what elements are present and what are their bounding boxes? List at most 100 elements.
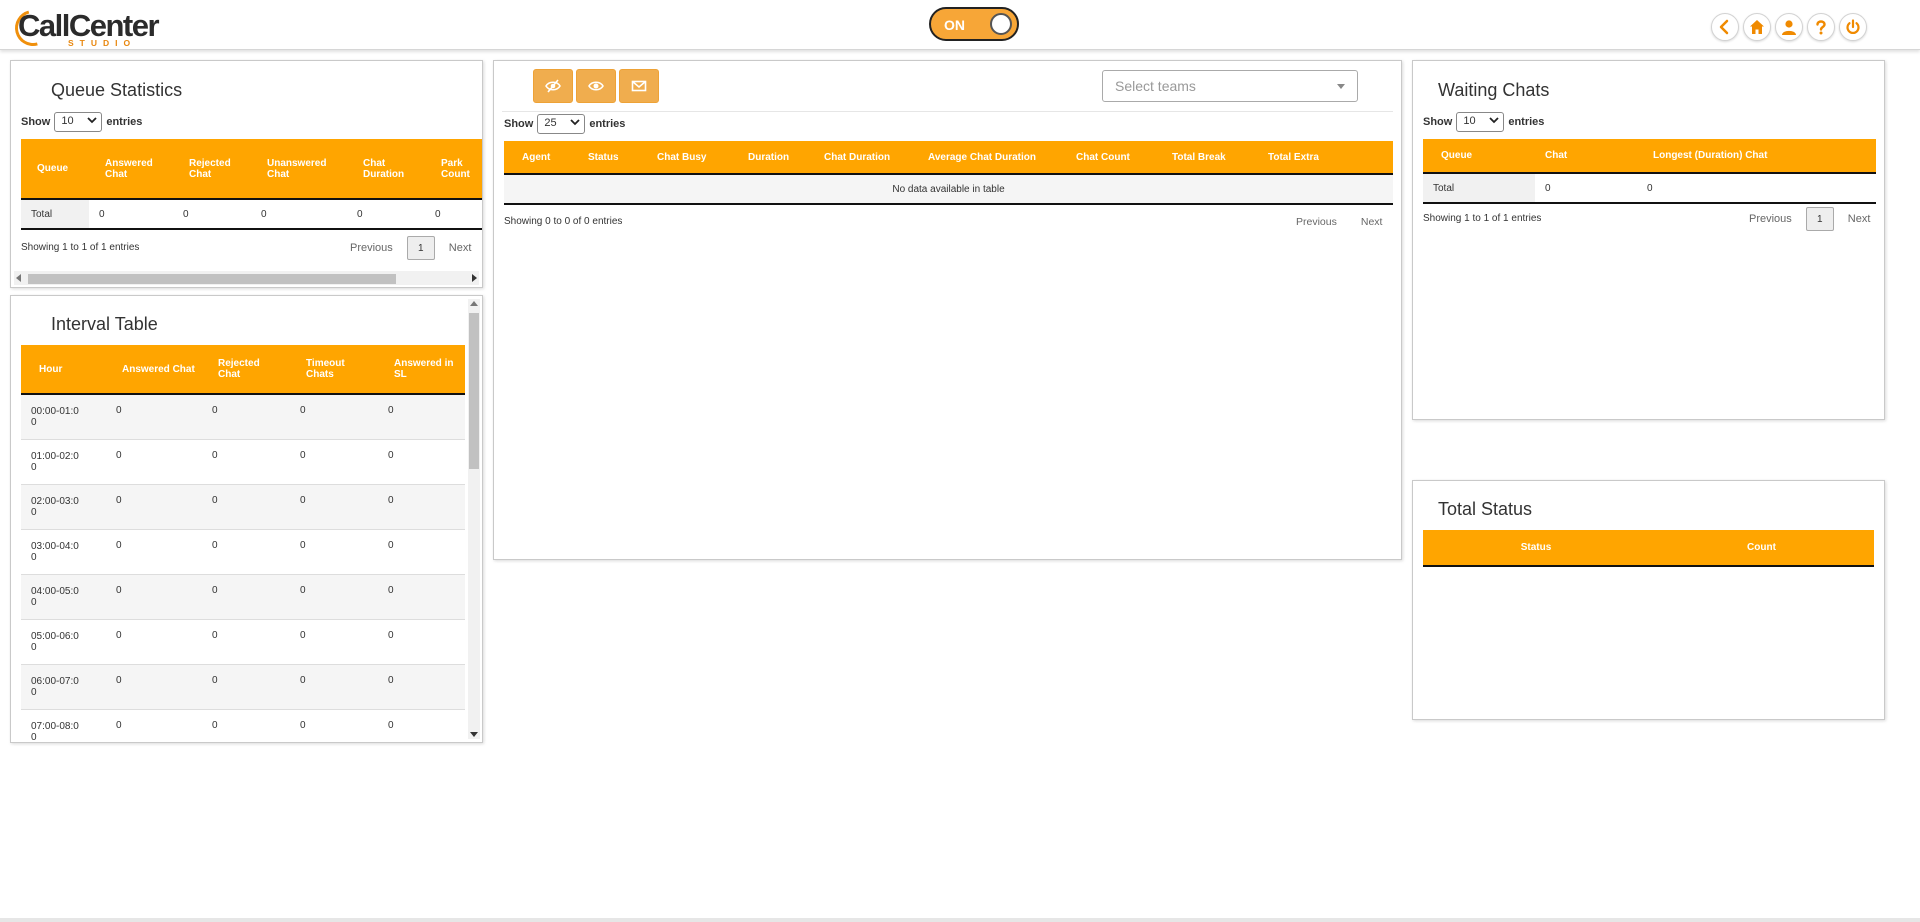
column-header[interactable]: Count [1649,530,1874,567]
entries-select-value: 10 [61,115,74,127]
chevron-down-icon [1489,117,1499,124]
table-row: Total 0 0 0 0 0 [21,199,482,229]
column-header[interactable]: Park Count [425,139,482,200]
table-header-row: Agent Status Chat Busy Duration Chat Dur… [504,141,1393,175]
column-header[interactable]: Chat [1535,139,1637,174]
column-header[interactable]: Hour [21,345,106,395]
previous-button[interactable]: Previous [1296,216,1337,228]
table-cell: 0 [290,394,378,439]
table-cell: 0 [378,394,465,439]
scroll-down-icon[interactable] [470,732,478,737]
panel-title: Waiting Chats [1438,80,1550,100]
column-header[interactable]: Answered Chat [106,345,202,395]
scroll-right-icon[interactable] [472,274,477,282]
entries-select[interactable]: 10 [54,112,103,132]
next-button[interactable]: Next [1361,216,1383,228]
table-cell: 01:00-02:00 [31,450,79,473]
chevron-down-icon [87,117,97,124]
table-cell: 07:00-08:00 [31,720,79,743]
chevron-down-icon [1337,84,1345,89]
column-header[interactable]: Queue [1423,139,1535,174]
table-cell: 0 [435,208,441,220]
column-header[interactable]: Total Break [1160,141,1258,175]
column-header[interactable]: Rejected Chat [173,139,251,200]
home-icon[interactable] [1743,13,1771,41]
previous-button[interactable]: Previous [1749,213,1792,225]
scrollbar-thumb[interactable] [28,274,396,284]
table-cell: 0 [300,539,306,551]
mail-icon [631,80,647,92]
column-header[interactable]: Average Chat Duration [914,141,1062,175]
column-header[interactable]: Answered Chat [89,139,173,200]
table-cell: 0 [388,449,394,461]
column-header[interactable]: Status [578,141,645,175]
top-header: CallCenter STUDIO ON [0,0,1920,53]
hide-button[interactable] [533,69,573,103]
page-button[interactable]: 1 [406,236,435,260]
page-button[interactable]: 1 [1805,207,1834,231]
column-header[interactable]: Longest (Duration) Chat [1637,139,1876,174]
total-status-table: Status Count [1423,530,1874,567]
column-header[interactable]: Chat Duration [347,139,425,200]
column-header[interactable]: Unanswered Chat [251,139,347,200]
back-icon[interactable] [1711,13,1739,41]
column-header[interactable]: Chat Busy [645,141,738,175]
waiting-chats-panel: Waiting Chats Show 10 entries Queue Chat… [1412,60,1885,420]
user-icon[interactable] [1775,13,1803,41]
table-cell: 0 [300,449,306,461]
column-header[interactable]: Timeout Chats [290,345,378,395]
column-header[interactable]: Answered in SL [378,345,465,395]
power-icon[interactable] [1839,13,1867,41]
scroll-up-icon[interactable] [470,301,478,306]
table-row: 04:00-05:00 0 0 0 0 [21,574,465,619]
header-icon-bar [1711,13,1867,41]
entries-label: entries [1508,116,1545,128]
table-cell: 0 [212,629,218,641]
table-row: Total 0 0 [1423,173,1876,203]
show-label: Show [1423,116,1453,128]
entries-length: Show 25 entries [504,114,625,134]
table-header-row: Status Count [1423,530,1874,567]
table-cell: 03:00-04:00 [31,540,79,563]
agents-table: Agent Status Chat Busy Duration Chat Dur… [504,141,1393,205]
column-header[interactable]: Chat Count [1062,141,1160,175]
entries-length: Show 10 entries [1423,112,1544,132]
help-icon[interactable] [1807,13,1835,41]
teams-select-placeholder: Select teams [1115,78,1196,94]
logo-sub-text: STUDIO [68,38,137,48]
table-cell: 0 [212,539,218,551]
panel-title: Total Status [1438,499,1533,519]
scrollbar-thumb[interactable] [469,313,479,469]
interval-table-panel: Interval Table Hour Answered Chat Reject… [10,295,483,743]
next-button[interactable]: Next [449,242,472,254]
queue-statistics-panel: Queue Statistics Show 10 entries Queue A… [10,60,483,288]
table-header-row: Hour Answered Chat Rejected Chat Timeout… [21,345,465,395]
status-toggle[interactable]: ON [929,7,1019,41]
column-header[interactable]: Agent [504,141,578,175]
column-header[interactable]: Total Extra [1258,141,1393,175]
mail-button[interactable] [619,69,659,103]
entries-select[interactable]: 25 [537,114,586,134]
pagination: Previous 1 Next [1749,207,1870,231]
table-row: 00:00-01:00 0 0 0 0 [21,394,465,439]
scroll-left-icon[interactable] [16,274,21,282]
table-cell: 0 [290,664,378,709]
horizontal-scrollbar[interactable] [14,271,479,285]
table-cell: 0 [300,719,306,731]
teams-select[interactable]: Select teams [1102,70,1358,102]
toggle-label: ON [944,17,965,33]
callcenter-studio-logo[interactable]: CallCenter STUDIO [8,3,160,53]
table-cell: 0 [106,574,202,619]
column-header[interactable]: Duration [738,141,804,175]
column-header[interactable]: Status [1423,530,1649,567]
column-header[interactable]: Chat Duration [804,141,914,175]
column-header[interactable]: Rejected Chat [202,345,290,395]
table-cell: 0 [202,664,290,709]
show-button[interactable] [576,69,616,103]
entries-select[interactable]: 10 [1456,112,1505,132]
column-header[interactable]: Queue [21,139,89,200]
next-button[interactable]: Next [1848,213,1871,225]
previous-button[interactable]: Previous [350,242,393,254]
vertical-scrollbar[interactable] [468,299,480,739]
table-info: Showing 0 to 0 of 0 entries [504,216,623,227]
